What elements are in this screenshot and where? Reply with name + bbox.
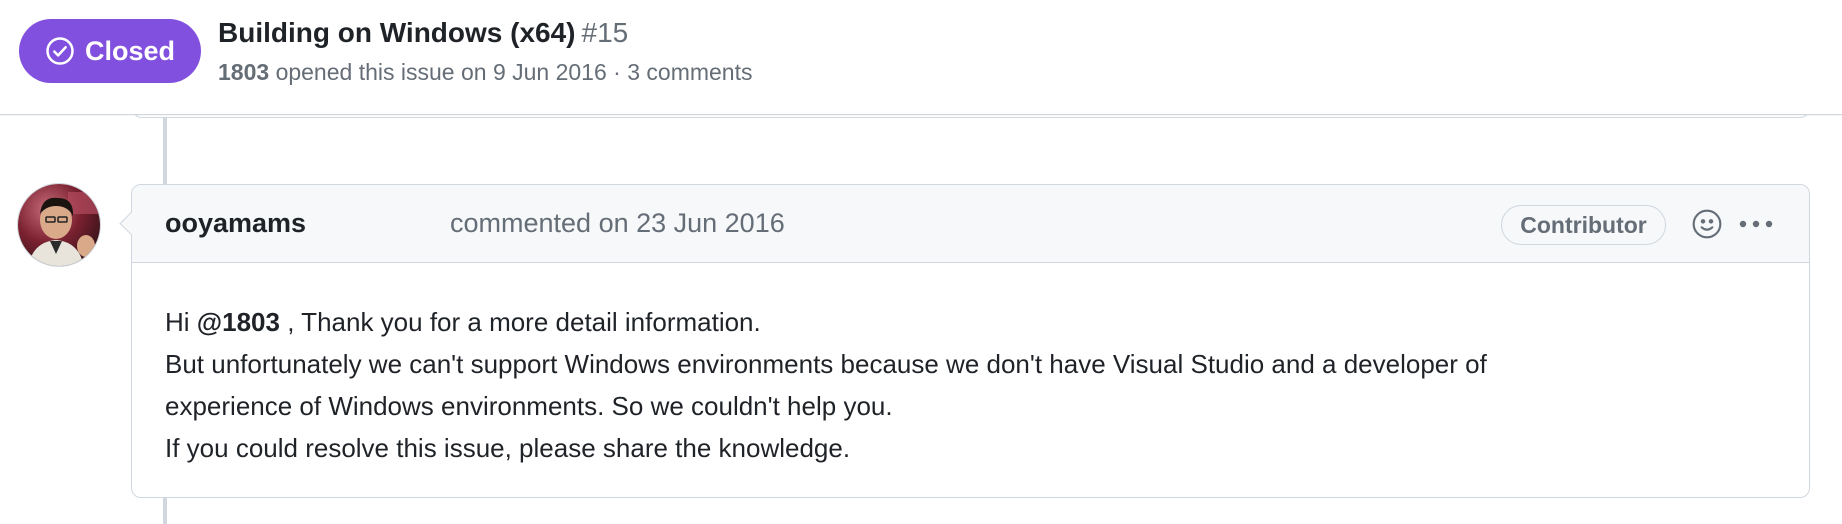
issue-state-label: Closed bbox=[84, 35, 176, 66]
comment-body: Hi @1803 , Thank you for a more detail i… bbox=[165, 301, 1769, 469]
comment-timestamp[interactable]: commented on 23 Jun 2016 bbox=[450, 208, 785, 239]
kebab-horizontal-icon bbox=[1739, 220, 1773, 228]
issue-title-text: Building on Windows (x64) bbox=[218, 17, 576, 48]
comment-options-button[interactable] bbox=[1736, 204, 1776, 244]
issue-sticky-header: Closed Building on Windows (x64) #15 1803… bbox=[0, 0, 1842, 115]
check-circle-icon bbox=[46, 37, 74, 65]
comment-author-link[interactable]: ooyamams bbox=[165, 208, 306, 239]
issue-meta: 1803 opened this issue on 9 Jun 2016 · 3… bbox=[218, 59, 752, 86]
comment-line: experience of Windows environments. So w… bbox=[165, 391, 893, 421]
avatar[interactable] bbox=[17, 183, 101, 267]
comment-line: If you could resolve this issue, please … bbox=[165, 433, 851, 463]
contributor-badge: Contributor bbox=[1501, 205, 1666, 245]
user-mention-link[interactable]: @1803 bbox=[197, 307, 280, 337]
issue-author-link[interactable]: 1803 bbox=[218, 59, 269, 85]
issue-comments-count: 3 comments bbox=[627, 59, 753, 85]
line-text: , Thank you for a more detail informatio… bbox=[279, 307, 761, 337]
avatar-photo bbox=[18, 184, 100, 266]
comment-line: But unfortunately we can't support Windo… bbox=[165, 349, 1487, 379]
comment-header: ooyamams commented on 23 Jun 2016 Contri… bbox=[132, 185, 1809, 263]
add-reaction-button[interactable] bbox=[1687, 204, 1727, 244]
issue-title: Building on Windows (x64) #15 bbox=[218, 17, 628, 49]
issue-opened-text: opened this issue on 9 Jun 2016 bbox=[275, 59, 607, 85]
smiley-icon bbox=[1692, 209, 1722, 239]
greeting-text: Hi bbox=[165, 307, 197, 337]
comment-line: Hi @1803 , Thank you for a more detail i… bbox=[165, 301, 1769, 343]
issue-state-badge: Closed bbox=[19, 19, 201, 83]
issue-page: Closed Building on Windows (x64) #15 1803… bbox=[0, 0, 1842, 524]
comment-box: ooyamams commented on 23 Jun 2016 Contri… bbox=[131, 184, 1810, 498]
issue-number: #15 bbox=[581, 17, 629, 48]
meta-separator: · bbox=[613, 59, 621, 85]
